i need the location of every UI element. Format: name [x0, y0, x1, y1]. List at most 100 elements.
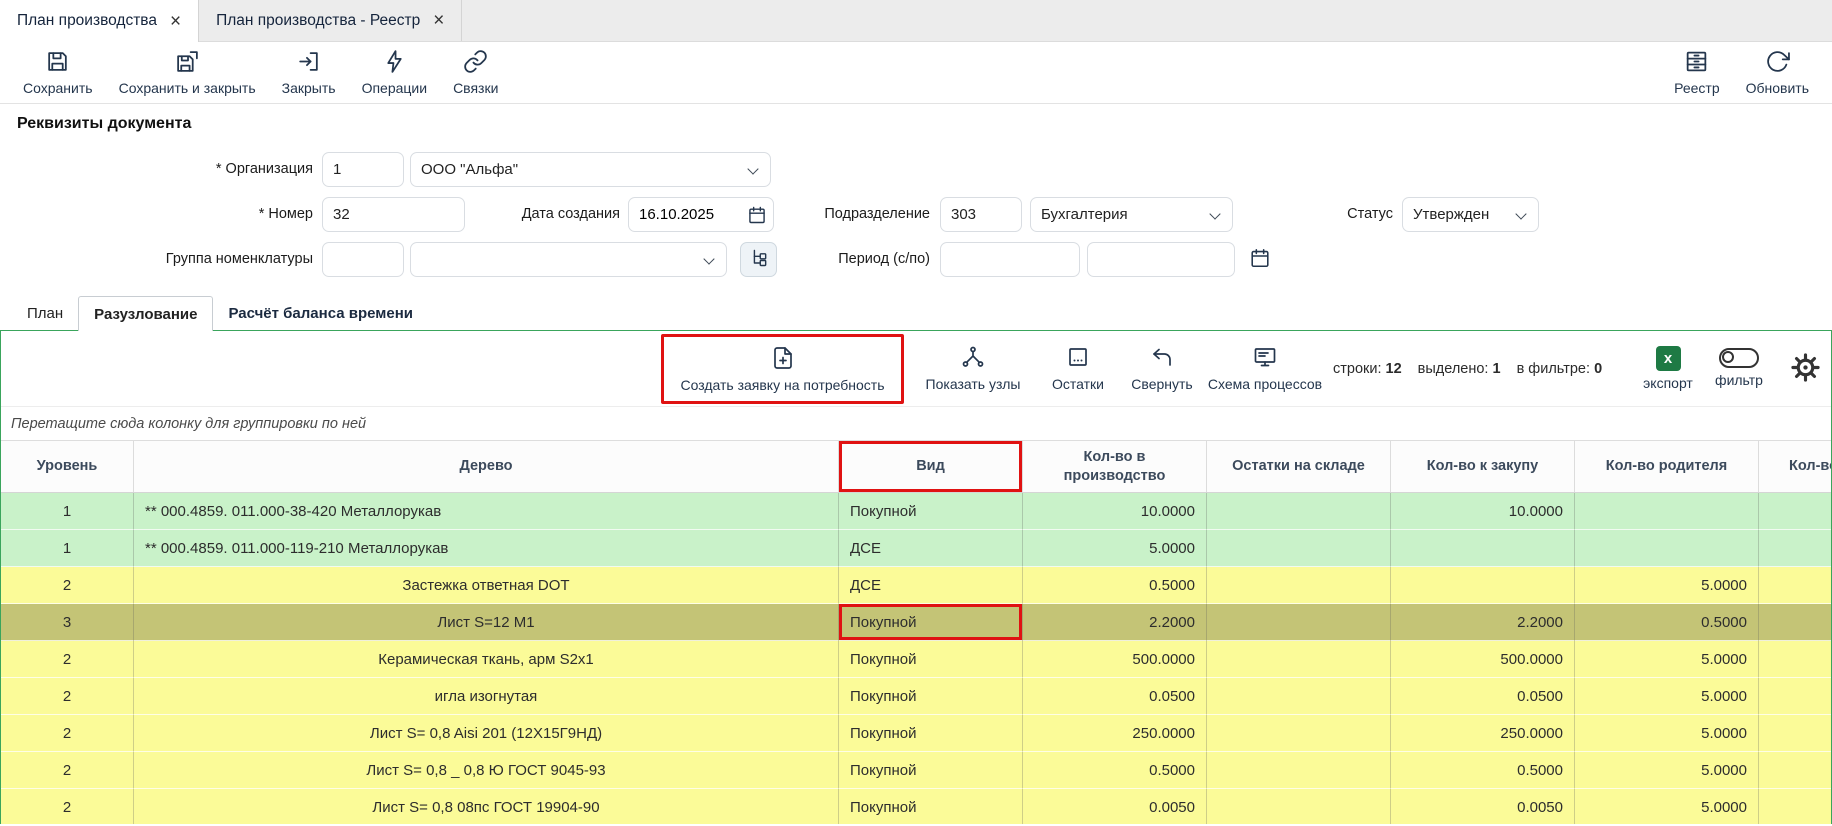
cell-qty-extra[interactable] — [1759, 678, 1832, 715]
table-row[interactable]: 2 Лист S= 0,8 08пс ГОСТ 19904-90 Покупно… — [1, 789, 1831, 824]
cell-tree[interactable]: Лист S= 0,8 _ 0,8 Ю ГОСТ 9045-93 — [134, 752, 839, 789]
cell-stock[interactable] — [1207, 530, 1391, 567]
cell-qty-parent[interactable]: 5.0000 — [1575, 641, 1759, 678]
cell-qty-extra[interactable] — [1759, 530, 1832, 567]
cell-type[interactable]: Покупной — [839, 789, 1023, 824]
cell-level[interactable]: 2 — [1, 752, 134, 789]
registry-button[interactable]: Реестр — [1661, 44, 1733, 102]
cell-qty-extra[interactable] — [1759, 567, 1832, 604]
cell-level[interactable]: 1 — [1, 493, 134, 530]
cell-stock[interactable] — [1207, 678, 1391, 715]
cell-qty-purchase[interactable]: 0.0050 — [1391, 789, 1575, 824]
cell-level[interactable]: 2 — [1, 641, 134, 678]
nomenclature-group-code-input[interactable] — [322, 242, 404, 277]
cell-tree[interactable]: ** 000.4859. 011.000-119-210 Металлорука… — [134, 530, 839, 567]
cell-level[interactable]: 2 — [1, 715, 134, 752]
cell-qty-extra[interactable] — [1759, 641, 1832, 678]
organization-code-input[interactable] — [322, 152, 404, 187]
cell-qty-production[interactable]: 0.5000 — [1023, 752, 1207, 789]
close-button[interactable]: Закрыть — [269, 44, 349, 102]
cell-qty-parent[interactable]: 5.0000 — [1575, 678, 1759, 715]
cell-tree[interactable]: Застежка ответная DOT — [134, 567, 839, 604]
refresh-button[interactable]: Обновить — [1733, 44, 1822, 102]
table-row[interactable]: 2 Лист S= 0,8 Aisi 201 (12Х15Г9НД) Покуп… — [1, 715, 1831, 752]
table-row[interactable]: 3 Лист S=12 М1 Покупной 2.2000 2.2000 0.… — [1, 604, 1831, 641]
cell-tree[interactable]: Лист S= 0,8 Aisi 201 (12Х15Г9НД) — [134, 715, 839, 752]
column-header-qty-production[interactable]: Кол-во в производство — [1023, 441, 1207, 492]
table-row[interactable]: 2 Застежка ответная DOT ДСЕ 0.5000 5.000… — [1, 567, 1831, 604]
table-row[interactable]: 2 игла изогнутая Покупной 0.0500 0.0500 … — [1, 678, 1831, 715]
cell-qty-production[interactable]: 250.0000 — [1023, 715, 1207, 752]
cell-qty-production[interactable]: 10.0000 — [1023, 493, 1207, 530]
cell-qty-purchase[interactable] — [1391, 530, 1575, 567]
close-tab-icon[interactable]: × — [433, 11, 444, 30]
cell-type[interactable]: Покупной — [839, 678, 1023, 715]
cell-level[interactable]: 2 — [1, 678, 134, 715]
cell-type[interactable]: Покупной — [839, 715, 1023, 752]
window-tab-production-plan[interactable]: План производства × — [0, 0, 199, 42]
cell-qty-parent[interactable]: 5.0000 — [1575, 789, 1759, 824]
table-row[interactable]: 1 ** 000.4859. 011.000-38-420 Металлорук… — [1, 493, 1831, 530]
cell-qty-extra[interactable] — [1759, 604, 1832, 641]
cell-level[interactable]: 1 — [1, 530, 134, 567]
column-header-qty-extra[interactable]: Кол-во — [1759, 441, 1832, 492]
cell-qty-extra[interactable] — [1759, 715, 1832, 752]
department-code-input[interactable] — [940, 197, 1022, 232]
tab-time-balance[interactable]: Расчёт баланса времени — [213, 296, 428, 330]
tab-breakdown[interactable]: Разузлование — [78, 296, 213, 331]
cell-qty-purchase[interactable]: 0.5000 — [1391, 752, 1575, 789]
save-button[interactable]: Сохранить — [10, 44, 106, 102]
column-header-stock[interactable]: Остатки на складе — [1207, 441, 1391, 492]
table-row[interactable]: 2 Лист S= 0,8 _ 0,8 Ю ГОСТ 9045-93 Покуп… — [1, 752, 1831, 789]
cell-qty-purchase[interactable]: 2.2000 — [1391, 604, 1575, 641]
period-calendar-button[interactable] — [1247, 246, 1273, 272]
cell-qty-purchase[interactable]: 10.0000 — [1391, 493, 1575, 530]
table-row[interactable]: 1 ** 000.4859. 011.000-119-210 Металлору… — [1, 530, 1831, 567]
close-tab-icon[interactable]: × — [170, 12, 181, 31]
organization-select[interactable]: ООО "Альфа" — [410, 152, 771, 187]
cell-qty-purchase[interactable]: 250.0000 — [1391, 715, 1575, 752]
status-select[interactable]: Утвержден — [1402, 197, 1539, 232]
cell-type[interactable]: ДСЕ — [839, 530, 1023, 567]
cell-qty-extra[interactable] — [1759, 752, 1832, 789]
column-header-qty-purchase[interactable]: Кол-во к закупу — [1391, 441, 1575, 492]
cell-level[interactable]: 2 — [1, 567, 134, 604]
column-header-qty-parent[interactable]: Кол-во родителя — [1575, 441, 1759, 492]
cell-qty-production[interactable]: 500.0000 — [1023, 641, 1207, 678]
cell-stock[interactable] — [1207, 567, 1391, 604]
cell-qty-production[interactable]: 0.5000 — [1023, 567, 1207, 604]
cell-tree[interactable]: Лист S= 0,8 08пс ГОСТ 19904-90 — [134, 789, 839, 824]
leftovers-button[interactable]: Остатки — [1039, 336, 1117, 400]
cell-stock[interactable] — [1207, 493, 1391, 530]
collapse-button[interactable]: Свернуть — [1121, 336, 1203, 400]
cell-tree[interactable]: ** 000.4859. 011.000-38-420 Металлорукав — [134, 493, 839, 530]
cell-qty-parent[interactable]: 5.0000 — [1575, 715, 1759, 752]
cell-qty-parent[interactable]: 0.5000 — [1575, 604, 1759, 641]
export-excel-button[interactable]: x экспорт — [1639, 336, 1697, 400]
cell-stock[interactable] — [1207, 752, 1391, 789]
show-nodes-button[interactable]: Показать узлы — [916, 336, 1030, 400]
group-by-hint[interactable]: Перетащите сюда колонку для группировки … — [1, 407, 1831, 441]
cell-qty-production[interactable]: 2.2000 — [1023, 604, 1207, 641]
column-header-level[interactable]: Уровень — [1, 441, 134, 492]
cell-type[interactable]: ДСЕ — [839, 567, 1023, 604]
cell-qty-purchase[interactable]: 0.0500 — [1391, 678, 1575, 715]
window-tab-production-plan-registry[interactable]: План производства - Реестр × — [199, 0, 462, 41]
period-from-input[interactable] — [940, 242, 1080, 277]
cell-type[interactable]: Покупной — [839, 641, 1023, 678]
nomenclature-group-select[interactable] — [410, 242, 727, 277]
cell-qty-purchase[interactable] — [1391, 567, 1575, 604]
save-and-close-button[interactable]: Сохранить и закрыть — [106, 44, 269, 102]
cell-tree[interactable]: игла изогнутая — [134, 678, 839, 715]
cell-level[interactable]: 2 — [1, 789, 134, 824]
operations-button[interactable]: Операции — [349, 44, 441, 102]
cell-qty-parent[interactable]: 5.0000 — [1575, 752, 1759, 789]
cell-qty-production[interactable]: 5.0000 — [1023, 530, 1207, 567]
cell-type[interactable]: Покупной — [839, 604, 1023, 641]
cell-stock[interactable] — [1207, 715, 1391, 752]
cell-qty-parent[interactable]: 5.0000 — [1575, 567, 1759, 604]
cell-level[interactable]: 3 — [1, 604, 134, 641]
filter-toggle-button[interactable]: фильтр — [1707, 336, 1771, 400]
links-button[interactable]: Связки — [440, 44, 511, 102]
tab-plan[interactable]: План — [12, 296, 78, 330]
